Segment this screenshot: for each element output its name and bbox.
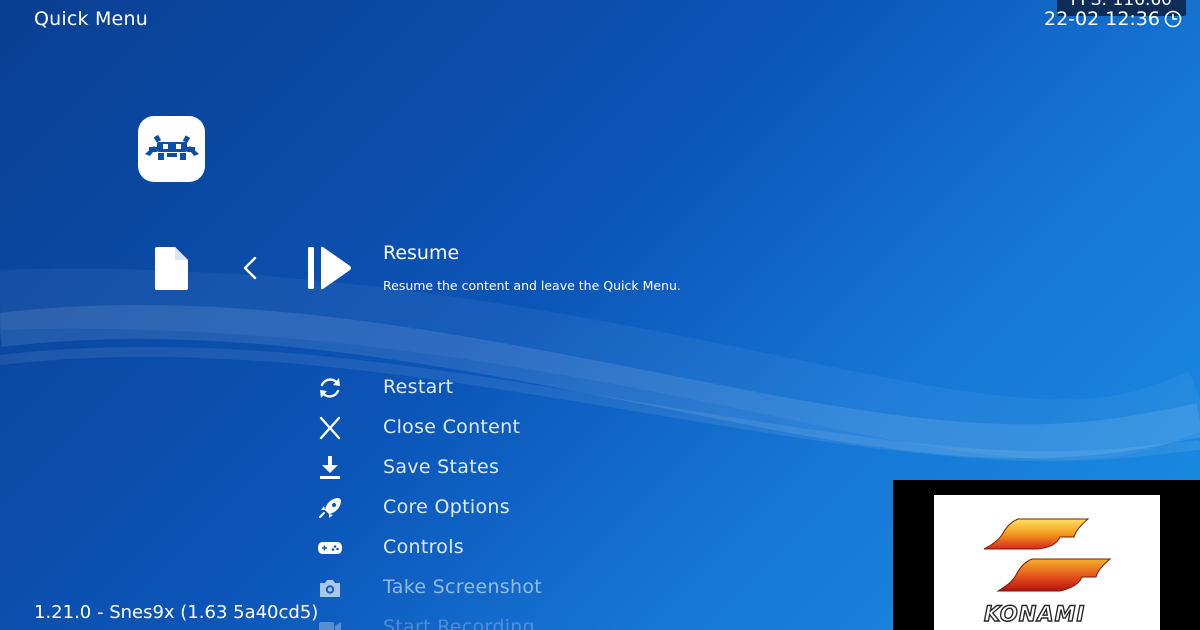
chevron-left-icon[interactable] — [241, 256, 259, 280]
restart-icon — [320, 378, 340, 398]
menu-item-label: Core Options — [383, 496, 510, 518]
menu-item-controls[interactable]: Controls — [0, 528, 880, 568]
file-icon[interactable] — [153, 246, 189, 291]
menu-item-restart[interactable]: Restart — [0, 368, 880, 408]
menu-item-label: Close Content — [383, 416, 521, 438]
menu-item-close-content[interactable]: Close Content — [0, 408, 880, 448]
retroarch-logo-tab[interactable] — [138, 116, 205, 182]
retroarch-logo-icon — [144, 134, 199, 160]
quick-menu-list: Restart Close Content Save States Core O… — [0, 368, 880, 630]
rocket-icon — [319, 498, 341, 518]
menu-item-save-states[interactable]: Save States — [0, 448, 880, 488]
selected-item-description: Resume the content and leave the Quick M… — [383, 278, 681, 293]
record-icon — [319, 622, 341, 630]
resume-icon[interactable] — [306, 246, 352, 290]
page-title: Quick Menu — [34, 8, 148, 30]
version-info: 1.21.0 - Snes9x (1.63 5a40cd5) — [34, 602, 319, 623]
menu-item-label: Controls — [383, 536, 464, 558]
konami-logo-icon — [983, 518, 1112, 592]
clock: 22-02 12:36 — [1043, 8, 1160, 30]
game-screen: KONAMI — [934, 495, 1160, 630]
close-icon — [319, 416, 341, 440]
clock-icon — [1164, 10, 1182, 28]
camera-icon — [320, 580, 340, 597]
game-preview: KONAMI — [893, 480, 1200, 630]
menu-item-label: Start Recording — [383, 616, 535, 630]
konami-logo-text: KONAMI — [983, 601, 1086, 626]
menu-item-label: Save States — [383, 456, 500, 478]
save-states-icon — [320, 456, 340, 479]
gamepad-icon — [318, 542, 342, 554]
selected-item-label[interactable]: Resume — [383, 242, 459, 264]
menu-item-label: Restart — [383, 376, 454, 398]
menu-item-label: Take Screenshot — [383, 576, 542, 598]
menu-item-core-options[interactable]: Core Options — [0, 488, 880, 528]
